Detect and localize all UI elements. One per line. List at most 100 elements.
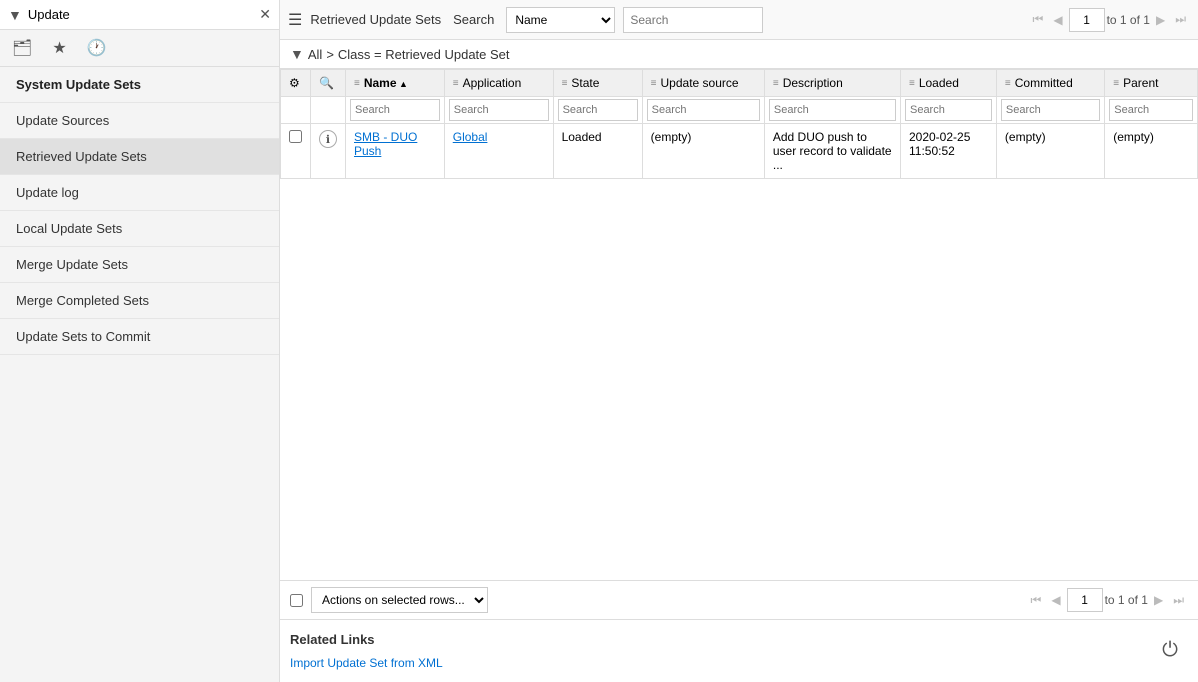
col-label-name: Name: [364, 76, 408, 90]
breadcrumb-current: Class = Retrieved Update Set: [338, 47, 510, 62]
col-menu-icon-application: ≡: [453, 78, 459, 89]
th-search-checkbox: [281, 97, 311, 124]
sidebar-search-bar: ▼ Update ✕: [0, 0, 279, 30]
sidebar-item-retrieved-update-sets[interactable]: Retrieved Update Sets: [0, 139, 279, 175]
page-number-input[interactable]: [1069, 8, 1105, 32]
breadcrumb-filter-icon: ▼: [290, 46, 304, 62]
info-button[interactable]: ℹ: [319, 130, 337, 148]
col-menu-icon-loaded: ≡: [909, 78, 915, 89]
row-update-source-cell: (empty): [642, 124, 764, 179]
col-menu-icon-committed: ≡: [1005, 78, 1011, 89]
bottom-last-page-button[interactable]: ⏭: [1169, 591, 1188, 610]
topbar-search-label: Search: [453, 12, 494, 27]
row-application-link[interactable]: Global: [453, 130, 488, 144]
col-label-update-source: Update source: [661, 76, 739, 90]
search-icon: 🔍: [319, 76, 334, 90]
select-all-checkbox[interactable]: [290, 594, 303, 607]
sidebar-item-merge-update-sets[interactable]: Merge Update Sets: [0, 247, 279, 283]
breadcrumb: ▼ All > Class = Retrieved Update Set: [280, 40, 1198, 69]
row-parent-cell: (empty): [1105, 124, 1198, 179]
th-loaded[interactable]: ≡ Loaded: [900, 70, 996, 97]
bottom-pagination: ⏮ ◀ to 1 of 1 ▶ ⏭: [1027, 588, 1188, 612]
bottom-next-page-button[interactable]: ▶: [1150, 591, 1167, 609]
search-state-input[interactable]: [558, 99, 638, 121]
sidebar-item-update-log[interactable]: Update log: [0, 175, 279, 211]
inbox-icon[interactable]: 🗂: [12, 38, 32, 58]
th-search-update-source: [642, 97, 764, 124]
row-checkbox[interactable]: [289, 130, 302, 143]
th-committed[interactable]: ≡ Committed: [996, 70, 1104, 97]
th-search-info: [311, 97, 346, 124]
th-search-application: [444, 97, 553, 124]
breadcrumb-separator: >: [326, 47, 334, 62]
main-content: ☰ Retrieved Update Sets Search Name Appl…: [280, 0, 1198, 682]
row-loaded-cell: 2020-02-25 11:50:52: [900, 124, 996, 179]
search-name-input[interactable]: [350, 99, 440, 121]
row-update-source-value: (empty): [651, 130, 692, 144]
th-state[interactable]: ≡ State: [553, 70, 642, 97]
related-links-title: Related Links: [290, 632, 1188, 647]
sidebar-item-system-update-sets[interactable]: System Update Sets: [0, 67, 279, 103]
th-search-loaded: [900, 97, 996, 124]
related-links-section: Related Links Import Update Set from XML: [280, 619, 1198, 682]
th-search[interactable]: 🔍: [311, 70, 346, 97]
row-committed-cell: (empty): [996, 124, 1104, 179]
table-search-row: [281, 97, 1198, 124]
sidebar-nav: System Update Sets Update Sources Retrie…: [0, 67, 279, 355]
import-update-set-link[interactable]: Import Update Set from XML: [290, 656, 443, 670]
gear-icon: ⚙: [289, 76, 300, 90]
row-state-cell: Loaded: [553, 124, 642, 179]
star-icon[interactable]: ★: [52, 38, 66, 58]
sidebar-item-merge-completed-sets[interactable]: Merge Completed Sets: [0, 283, 279, 319]
row-checkbox-cell: [281, 124, 311, 179]
sidebar-icon-row: 🗂 ★ 🕐: [0, 30, 279, 67]
next-page-button[interactable]: ▶: [1152, 11, 1169, 29]
actions-select[interactable]: Actions on selected rows...: [311, 587, 488, 613]
first-page-button[interactable]: ⏮: [1029, 10, 1048, 29]
sidebar-item-local-update-sets[interactable]: Local Update Sets: [0, 211, 279, 247]
th-settings[interactable]: ⚙: [281, 70, 311, 97]
search-committed-input[interactable]: [1001, 99, 1100, 121]
bottom-first-page-button[interactable]: ⏮: [1027, 591, 1046, 610]
th-search-parent: [1105, 97, 1198, 124]
search-application-input[interactable]: [449, 99, 549, 121]
th-description[interactable]: ≡ Description: [764, 70, 900, 97]
col-label-parent: Parent: [1123, 76, 1158, 90]
filter-icon: ▼: [8, 7, 22, 23]
sidebar-item-update-sets-to-commit[interactable]: Update Sets to Commit: [0, 319, 279, 355]
bottom-prev-page-button[interactable]: ◀: [1047, 591, 1064, 609]
topbar-search-input[interactable]: [623, 7, 763, 33]
search-description-input[interactable]: [769, 99, 896, 121]
col-label-application: Application: [463, 76, 522, 90]
col-menu-icon-update-source: ≡: [651, 78, 657, 89]
row-state-value: Loaded: [562, 130, 602, 144]
row-name-link[interactable]: SMB - DUO Push: [354, 130, 417, 158]
history-icon[interactable]: 🕐: [87, 38, 107, 58]
col-label-loaded: Loaded: [919, 76, 959, 90]
sidebar-item-update-sources[interactable]: Update Sources: [0, 103, 279, 139]
menu-icon[interactable]: ☰: [288, 10, 302, 30]
th-parent[interactable]: ≡ Parent: [1105, 70, 1198, 97]
clear-icon[interactable]: ✕: [259, 6, 271, 23]
power-icon[interactable]: ⏻: [1162, 639, 1178, 662]
last-page-button[interactable]: ⏭: [1171, 10, 1190, 29]
th-name[interactable]: ≡ Name: [346, 70, 445, 97]
topbar: ☰ Retrieved Update Sets Search Name Appl…: [280, 0, 1198, 40]
search-update-source-input[interactable]: [647, 99, 760, 121]
bottom-page-input[interactable]: [1067, 588, 1103, 612]
th-application[interactable]: ≡ Application: [444, 70, 553, 97]
search-parent-input[interactable]: [1109, 99, 1193, 121]
table-row: ℹ SMB - DUO Push Global Loaded (empty): [281, 124, 1198, 179]
col-menu-icon-parent: ≡: [1113, 78, 1119, 89]
breadcrumb-all[interactable]: All: [308, 47, 322, 62]
search-loaded-input[interactable]: [905, 99, 992, 121]
th-search-name: [346, 97, 445, 124]
sidebar: ▼ Update ✕ 🗂 ★ 🕐 System Update Sets Upda…: [0, 0, 280, 682]
topbar-search-field-select[interactable]: Name Application State Update source Des…: [506, 7, 615, 33]
row-description-cell: Add DUO push to user record to validate …: [764, 124, 900, 179]
row-application-cell: Global: [444, 124, 553, 179]
th-update-source[interactable]: ≡ Update source: [642, 70, 764, 97]
col-menu-icon-description: ≡: [773, 78, 779, 89]
sidebar-search-input[interactable]: Update: [28, 7, 259, 22]
prev-page-button[interactable]: ◀: [1049, 11, 1066, 29]
